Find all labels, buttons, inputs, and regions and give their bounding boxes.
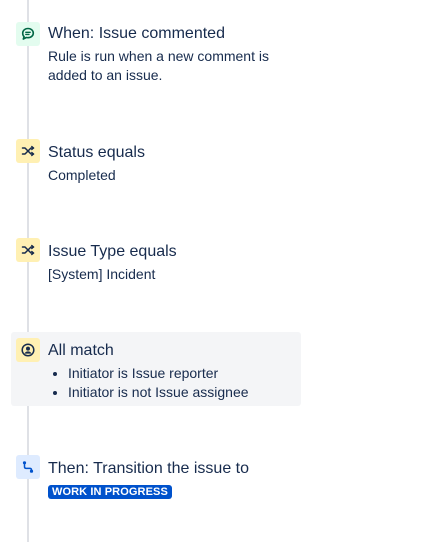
user-circle-icon	[16, 338, 40, 362]
rule-canvas: When: Issue commented Rule is run when a…	[0, 0, 433, 542]
shuffle-icon	[16, 238, 40, 262]
condition-title: Status equals	[48, 144, 145, 161]
list-item: Initiator is Issue reporter	[68, 364, 249, 383]
trigger-component[interactable]: When: Issue commented Rule is run when a…	[0, 0, 433, 100]
status-lozenge: WORK IN PROGRESS	[48, 485, 172, 499]
transition-icon	[16, 455, 40, 479]
group-condition-list: Initiator is Issue reporter Initiator is…	[48, 364, 249, 402]
condition-status[interactable]: Status equals Completed	[0, 130, 433, 200]
condition-value: [System] Incident	[48, 266, 156, 282]
trigger-description: Rule is run when a new comment is added …	[48, 48, 269, 83]
group-title: All match	[48, 342, 114, 359]
shuffle-icon	[16, 139, 40, 163]
trigger-title: When: Issue commented	[48, 25, 225, 42]
list-item: Initiator is not Issue assignee	[68, 383, 249, 402]
condition-value: Completed	[48, 167, 116, 183]
condition-issue-type[interactable]: Issue Type equals [System] Incident	[0, 229, 433, 299]
comment-icon	[16, 22, 40, 46]
condition-title: Issue Type equals	[48, 243, 177, 260]
action-transition[interactable]: Then: Transition the issue to	[0, 450, 433, 510]
action-title: Then: Transition the issue to	[48, 460, 249, 477]
